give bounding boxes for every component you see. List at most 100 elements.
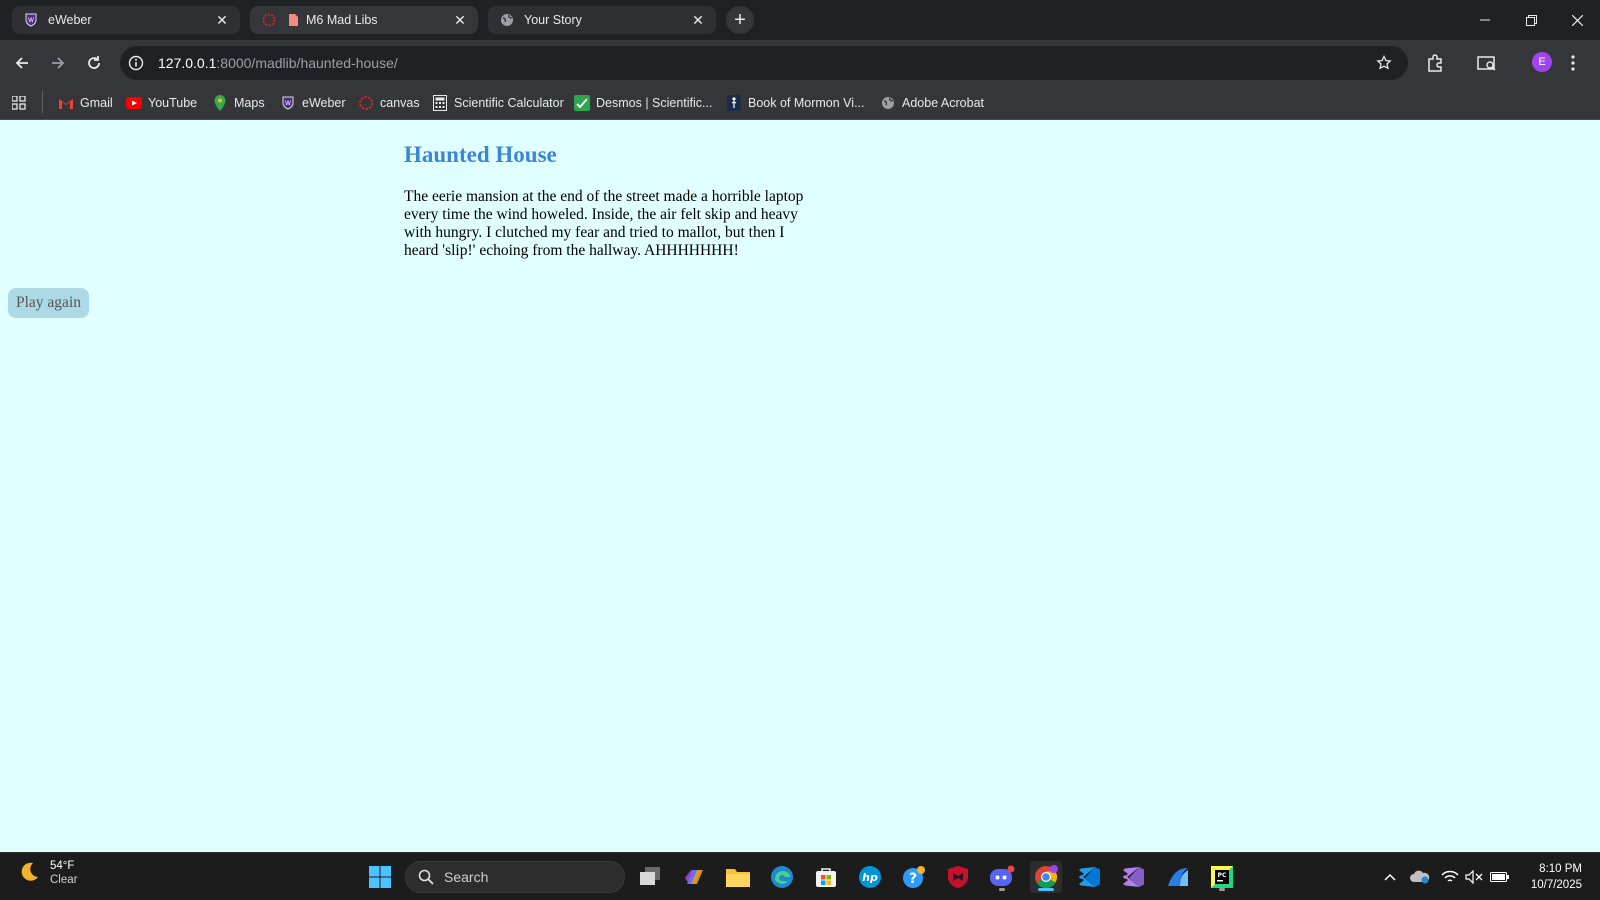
page-title: Haunted House: [404, 142, 557, 167]
weather-widget[interactable]: 54°F Clear: [18, 859, 77, 887]
profile-avatar[interactable]: E: [1532, 52, 1552, 72]
taskbar-search[interactable]: Search: [405, 861, 625, 893]
gmail-icon: [58, 95, 74, 111]
bookmark-adobe-acrobat[interactable]: Adobe Acrobat: [880, 93, 984, 113]
bookmark-label: Book of Mormon Vi...: [748, 96, 865, 110]
bookmark-label: YouTube: [148, 96, 198, 110]
eweber-shield-icon: W: [280, 95, 296, 111]
site-info-icon[interactable]: [124, 51, 148, 75]
tab-search-icon[interactable]: [1474, 50, 1500, 76]
close-icon[interactable]: ✕: [214, 12, 230, 28]
running-indicator: [1038, 888, 1054, 891]
canvas-icon: [358, 95, 374, 111]
search-icon: [416, 869, 436, 885]
story-text: The eerie mansion at the end of the stre…: [404, 188, 804, 259]
close-icon[interactable]: ✕: [452, 12, 468, 28]
help-icon[interactable]: ?: [898, 861, 930, 893]
windows-start-icon[interactable]: [364, 861, 396, 893]
pycharm-icon[interactable]: PC: [1206, 861, 1238, 893]
play-again-button[interactable]: Play again: [8, 288, 89, 318]
vscode-icon[interactable]: [1074, 861, 1106, 893]
menu-dots-icon[interactable]: [1560, 50, 1586, 76]
tab-mad-libs[interactable]: M6 Mad Libs ✕: [250, 6, 478, 34]
svg-text:?: ?: [909, 871, 917, 887]
hp-icon[interactable]: hp: [854, 861, 886, 893]
url-text: 127.0.0.1:8000/madlib/haunted-house/: [158, 55, 398, 71]
svg-text:W: W: [28, 17, 34, 24]
back-arrow-icon[interactable]: [8, 49, 36, 77]
restore-icon[interactable]: [1516, 6, 1546, 34]
chevron-up-icon[interactable]: [1380, 867, 1400, 887]
tab-your-story[interactable]: Your Story ✕: [488, 6, 716, 34]
reload-icon[interactable]: [80, 49, 108, 77]
bookmark-maps[interactable]: Maps: [212, 93, 265, 113]
bookmark-label: canvas: [380, 96, 420, 110]
minimize-icon[interactable]: [1470, 6, 1500, 34]
battery-icon[interactable]: [1490, 867, 1510, 887]
bookmark-star-icon[interactable]: [1372, 51, 1396, 75]
running-indicator: [1219, 888, 1225, 891]
bookmark-label: Desmos | Scientific...: [596, 96, 713, 110]
bookmark-eweber[interactable]: W eWeber: [280, 93, 346, 113]
discord-icon[interactable]: [986, 861, 1018, 893]
task-view-icon[interactable]: [634, 861, 666, 893]
globe-icon: [880, 95, 896, 111]
edge-icon[interactable]: [766, 861, 798, 893]
bookmark-label: Maps: [234, 96, 265, 110]
weather-condition: Clear: [50, 874, 78, 886]
running-indicator: [999, 888, 1005, 891]
tab-title: eWeber: [48, 13, 92, 27]
bookmark-youtube[interactable]: YouTube: [126, 93, 197, 113]
url-host: 127.0.0.1: [158, 55, 217, 71]
tab-strip: W eWeber ✕ M6 Mad Libs ✕ Your Story ✕ +: [0, 0, 1600, 40]
windows-taskbar: 54°F Clear Search hp ? PC 8:10 PM 10/7/2…: [0, 852, 1600, 900]
onedrive-icon[interactable]: [1410, 867, 1430, 887]
bookmark-label: Adobe Acrobat: [902, 96, 985, 110]
arc-wave-icon[interactable]: [1162, 861, 1194, 893]
system-clock[interactable]: 8:10 PM 10/7/2025: [1531, 861, 1582, 893]
bookmark-gmail[interactable]: Gmail: [58, 93, 113, 113]
bookmark-scientific-calculator[interactable]: Scientific Calculator: [432, 93, 564, 113]
new-tab-button[interactable]: +: [726, 6, 754, 34]
bookmark-book-of-mormon[interactable]: Book of Mormon Vi...: [726, 93, 865, 113]
browser-toolbar: 127.0.0.1:8000/madlib/haunted-house/: [0, 40, 1600, 86]
file-explorer-icon[interactable]: [722, 861, 754, 893]
weather-temperature: 54°F: [50, 860, 75, 872]
close-window-icon[interactable]: [1562, 6, 1592, 34]
document-icon: [286, 13, 300, 27]
eweber-shield-icon: W: [24, 13, 38, 27]
globe-icon: [500, 13, 514, 27]
volume-muted-icon[interactable]: [1464, 867, 1484, 887]
chrome-icon[interactable]: [1030, 861, 1062, 893]
desmos-icon: [574, 95, 590, 111]
tab-eweber[interactable]: W eWeber ✕: [12, 6, 240, 34]
close-icon[interactable]: ✕: [690, 12, 706, 28]
wifi-icon[interactable]: [1440, 867, 1460, 887]
visual-studio-icon[interactable]: [1118, 861, 1150, 893]
calculator-icon: [432, 95, 448, 111]
copilot-icon[interactable]: [678, 861, 710, 893]
microsoft-store-icon[interactable]: [810, 861, 842, 893]
bookmark-canvas[interactable]: canvas: [358, 93, 420, 113]
svg-text:hp: hp: [862, 871, 878, 884]
bookmark-label: eWeber: [302, 96, 346, 110]
extensions-icon[interactable]: [1422, 50, 1448, 76]
tab-title: Your Story: [524, 13, 582, 27]
mcafee-icon[interactable]: [942, 861, 974, 893]
svg-text:W: W: [285, 100, 291, 107]
maps-icon: [212, 95, 228, 111]
canvas-icon: [262, 13, 276, 27]
svg-text:PC: PC: [1218, 872, 1227, 879]
forward-arrow-icon[interactable]: [44, 49, 72, 77]
moon-icon: [18, 860, 40, 887]
bookmark-label: Scientific Calculator: [454, 96, 564, 110]
bookmark-desmos[interactable]: Desmos | Scientific...: [574, 93, 712, 113]
bookmark-label: Gmail: [80, 96, 113, 110]
tab-title: M6 Mad Libs: [306, 13, 378, 27]
address-bar[interactable]: 127.0.0.1:8000/madlib/haunted-house/: [120, 46, 1408, 80]
url-path: :8000/madlib/haunted-house/: [216, 55, 398, 71]
clock-time: 8:10 PM: [1539, 863, 1582, 875]
apps-grid-icon[interactable]: [12, 93, 26, 113]
page-content: Haunted House The eerie mansion at the e…: [0, 120, 1600, 852]
clock-date: 10/7/2025: [1530, 879, 1582, 891]
